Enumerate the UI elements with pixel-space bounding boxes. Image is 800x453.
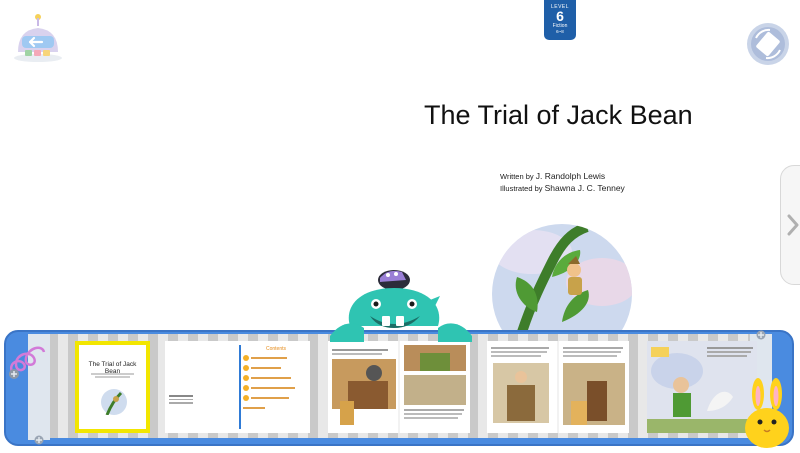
toc-entry [243, 395, 303, 404]
toc-entry [243, 375, 303, 384]
thumbnail-page-spread-3[interactable] [647, 341, 757, 433]
age-label: 6~8 [556, 29, 564, 34]
thumbnail-contents-page[interactable]: Contents [165, 341, 310, 433]
back-button[interactable] [10, 12, 66, 66]
writer-label: Written by [500, 172, 534, 181]
spring-decoration [6, 332, 46, 382]
robot-back-arrow-icon [14, 14, 62, 62]
chevron-right-icon [787, 214, 799, 236]
screw-icon [756, 330, 766, 340]
toc-entry [243, 355, 303, 364]
cover-illustration [492, 222, 632, 334]
thumbnail-cover-page[interactable]: The Trial of Jack Bean [75, 341, 150, 433]
level-number: 6 [556, 8, 564, 24]
book-title: The Trial of Jack Bean [424, 100, 693, 130]
toc-entry [243, 365, 303, 374]
screw-icon [34, 435, 44, 445]
writer-credit: Written by J. Randolph Lewis [500, 171, 605, 181]
level-badge: LEVEL 6 Fiction 6~8 [544, 0, 576, 40]
toc-entry [243, 385, 303, 394]
illustrator-name: Shawna J. C. Tenney [544, 183, 625, 193]
illustrator-credit: Illustrated by Shawna J. C. Tenney [500, 183, 625, 193]
rotate-button[interactable] [746, 22, 790, 66]
writer-name: J. Randolph Lewis [535, 171, 606, 181]
thumbnail-contents-heading: Contents [265, 346, 286, 352]
thumbnail-copyright-block [169, 393, 193, 407]
bunny-mascot [742, 378, 792, 448]
thumbnail-page-spread-1[interactable] [328, 341, 470, 433]
thumbnail-cover-credits [83, 372, 142, 379]
rotate-icon [747, 23, 789, 65]
thumbnail-page-spread-2[interactable] [487, 341, 629, 433]
thumbnail-cover-art [101, 389, 127, 415]
monster-mascot [330, 266, 472, 350]
toc-entry [243, 405, 303, 414]
next-page-button[interactable] [780, 165, 800, 285]
illustrator-label: Illustrated by [500, 184, 543, 193]
